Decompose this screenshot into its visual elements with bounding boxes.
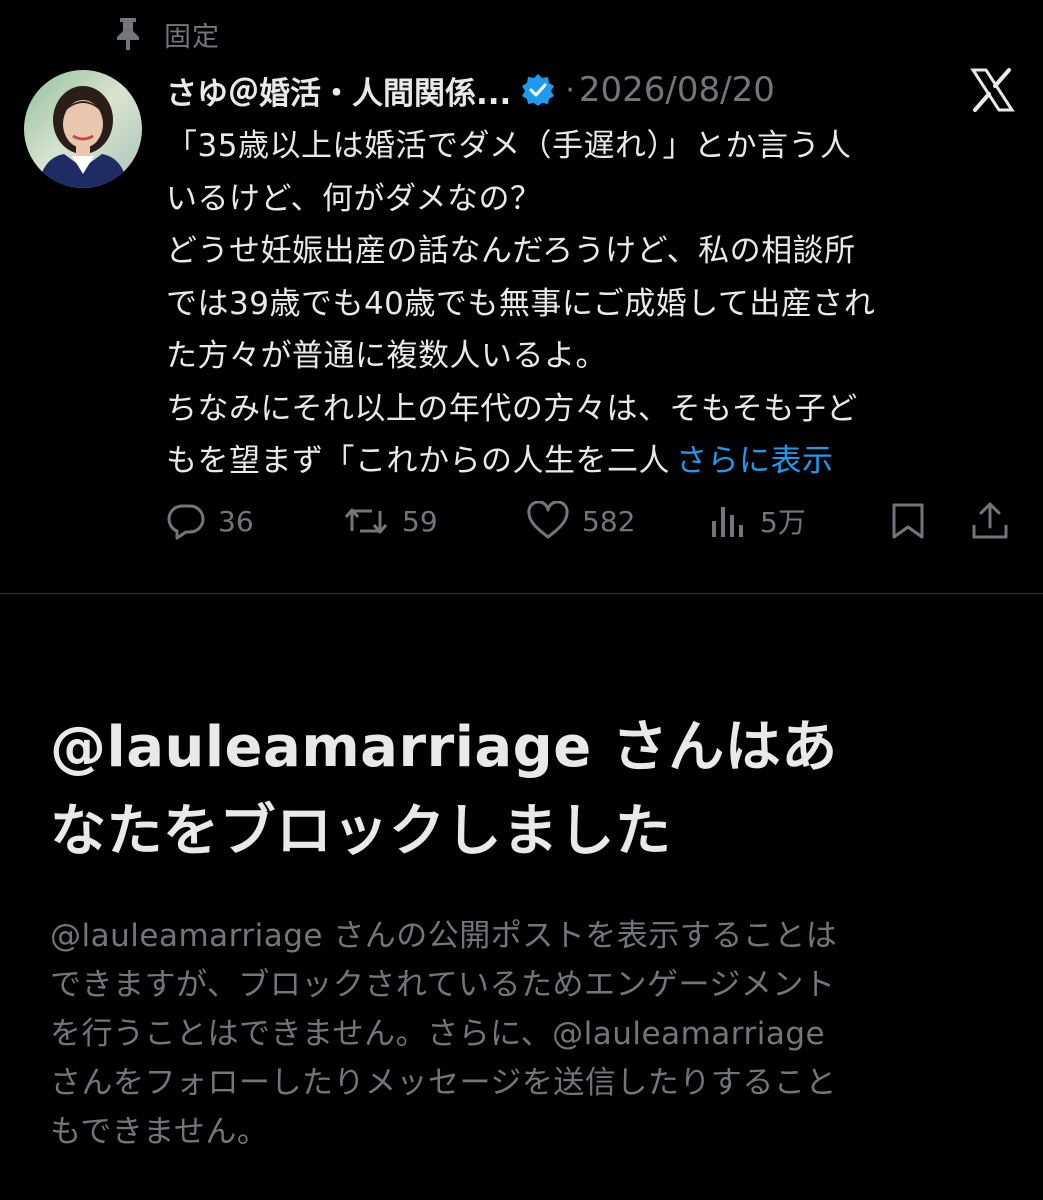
like-count: 582 [582,504,636,538]
repost-button[interactable]: 59 [342,496,438,546]
repost-icon [344,508,388,534]
heart-icon [527,501,569,539]
pinned-indicator: 固定 [112,14,220,54]
like-button[interactable]: 582 [526,496,635,546]
blocked-desc-line: @lauleamarriage さんの公開ポストを表示することは [50,918,838,954]
views-button[interactable]: 5万 [708,496,806,546]
post-text-line: では39歳でも40歳でも無事にご成婚して出産され [166,285,876,322]
blocked-title: @lauleamarriage さんはあ なたをブロックしました [50,706,1010,874]
reply-count: 36 [218,504,254,538]
views-count: 5万 [760,506,806,539]
author-display-name[interactable]: さゆ＠婚活・人間関係... [166,68,511,113]
blocked-notice: @lauleamarriage さんはあ なたをブロックしました @laulea… [0,594,1043,1200]
repost-count: 59 [402,504,438,538]
reply-icon [167,504,205,540]
post-header: さゆ＠婚活・人間関係... · 2026/08/20 [166,66,775,114]
blocked-desc-line: できますが、ブロックされているためエンゲージメント [50,967,836,1003]
post-text-line: た方々が普通に複数人いるよ。 [166,338,607,374]
blocked-title-line: @lauleamarriage さんはあ [50,715,838,780]
share-button[interactable] [970,496,1010,546]
bookmark-button[interactable] [888,496,928,546]
post-text-line: いるけど、何がダメなの？ [166,180,542,217]
verified-badge-icon [521,73,555,107]
share-icon [972,502,1008,539]
pin-icon [112,16,144,52]
blocked-desc-line: さんをフォローしたりメッセージを送信したりすること [50,1065,837,1101]
post-text: 「35歳以上は婚活でダメ（手遅れ）」とか言う人 いるけど、何がダメなの？ どうせ… [166,120,1026,488]
pinned-label: 固定 [164,21,220,53]
blocked-description: @lauleamarriage さんの公開ポストを表示することは できますが、ブ… [50,912,1010,1157]
avatar[interactable] [24,70,142,188]
blocked-desc-line: もできません。 [50,1114,269,1150]
post-text-line: ちなみにそれ以上の年代の方々は、そもそも子ど [166,390,858,427]
post-text-line: どうせ妊娠出産の話なんだろうけど、私の相談所 [166,233,856,269]
blocked-title-line: なたをブロックしました [50,799,672,864]
blocked-desc-line: を行うことはできません。さらに、@lauleamarriage [50,1016,826,1052]
views-icon [712,507,743,537]
reply-button[interactable]: 36 [166,496,254,546]
post-text-line: もを望まず「これからの人生を二人 [166,443,670,479]
bookmark-icon [892,503,924,539]
x-logo-icon [968,66,1016,114]
post-text-line: 「35歳以上は婚活でダメ（手遅れ）」とか言う人 [166,128,852,164]
post-text-last-line: もを望まず「これからの人生を二人 さらに表示 [166,435,1026,488]
post-date[interactable]: 2026/08/20 [579,70,775,110]
header-separator: · [565,72,575,108]
pinned-post[interactable]: 固定 さゆ＠婚活・人間関係... · 2026/08/20 「35歳以上は婚活で… [0,0,1043,593]
show-more-link[interactable]: さらに表示 [676,443,834,479]
